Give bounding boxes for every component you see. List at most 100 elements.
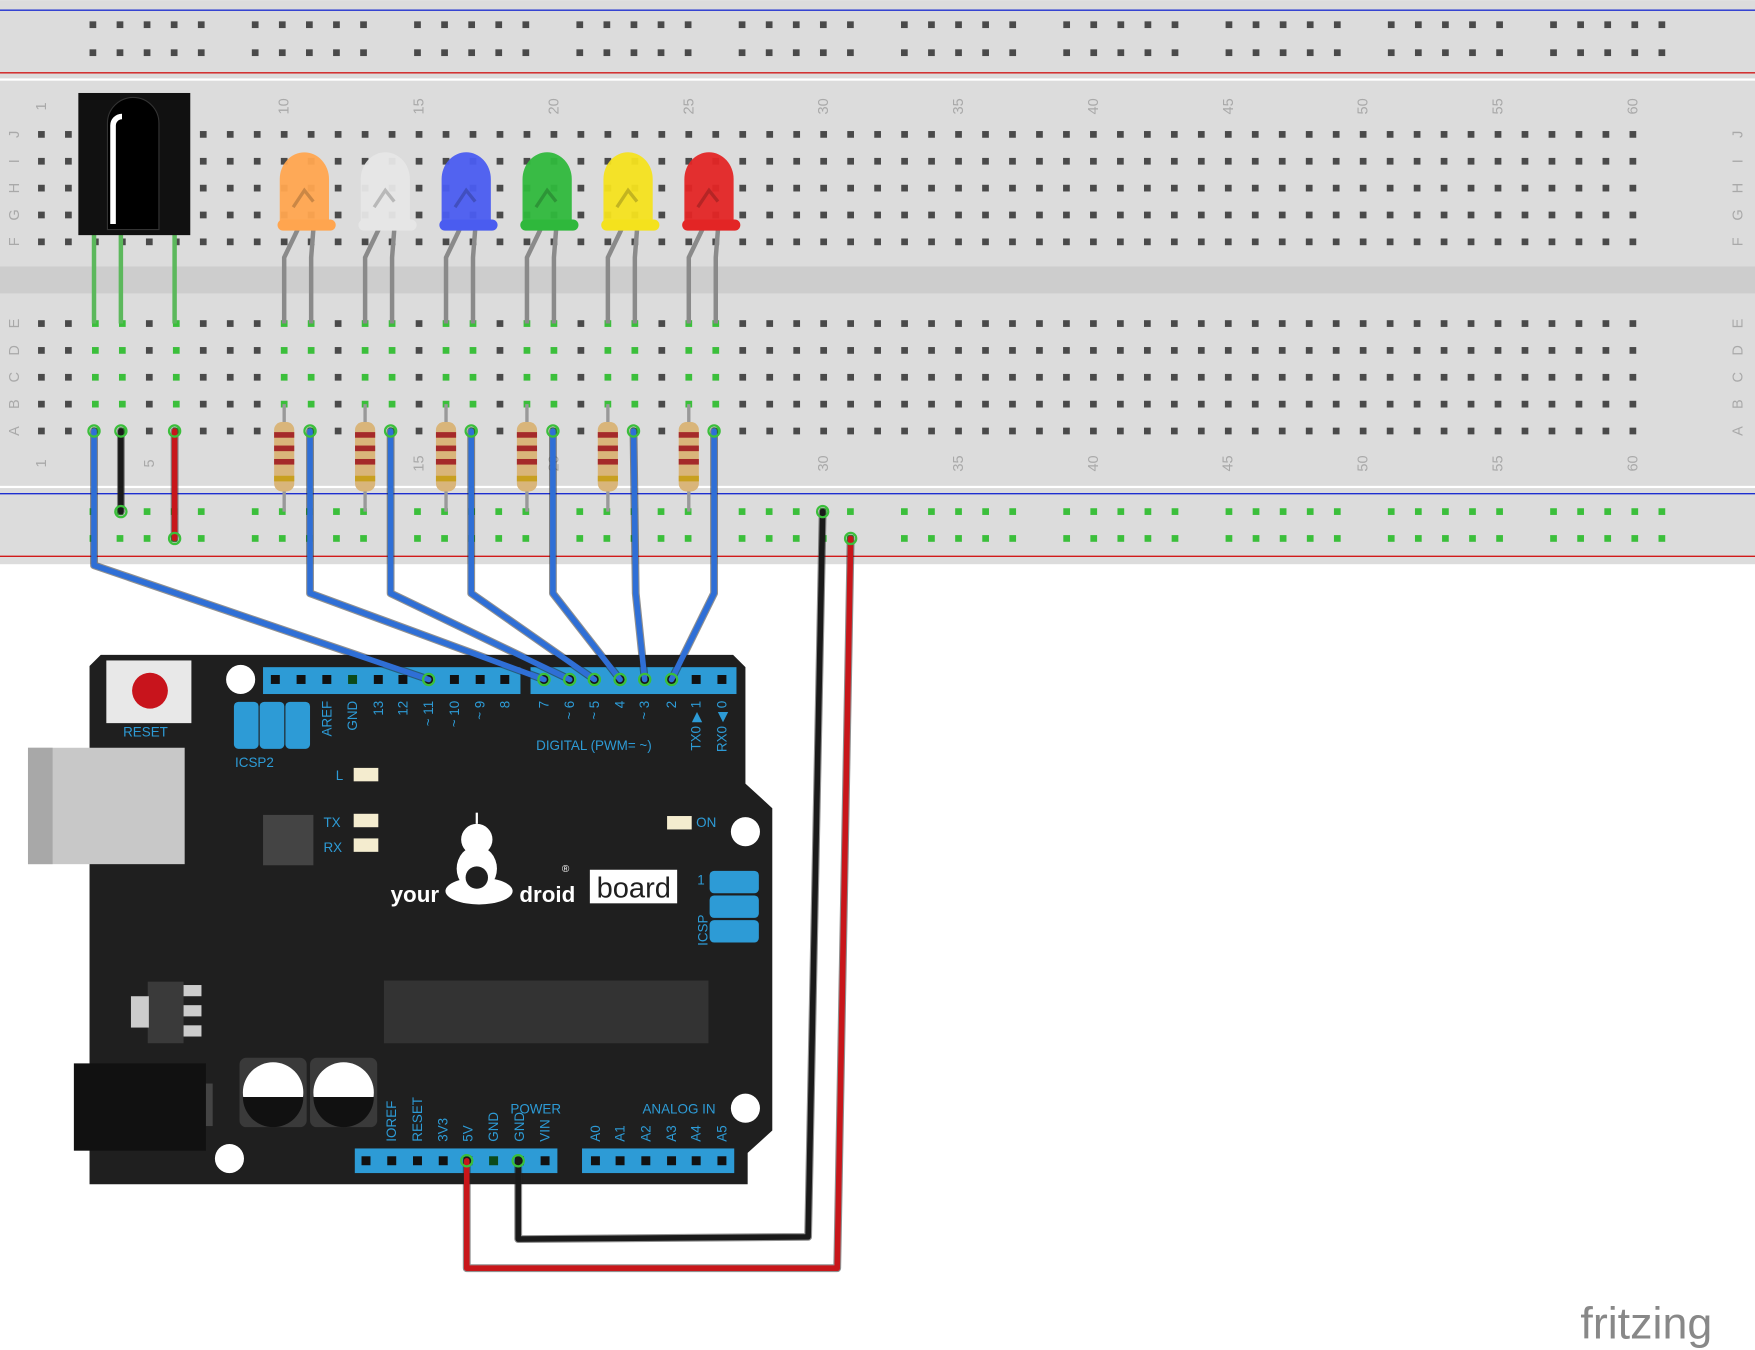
breadboard-hole bbox=[1197, 184, 1205, 192]
row-label: C bbox=[7, 372, 23, 383]
rail-hole bbox=[333, 508, 340, 515]
breadboard-hole bbox=[253, 427, 261, 435]
rail-hole bbox=[89, 49, 97, 57]
breadboard-hole bbox=[253, 157, 261, 165]
power-pin-label: 3V3 bbox=[436, 1118, 451, 1142]
digital-pin-label: 7 bbox=[536, 701, 551, 708]
rail-hole bbox=[1063, 508, 1071, 515]
rail-hole bbox=[522, 49, 530, 57]
analog-header bbox=[582, 1148, 735, 1174]
rail-hole bbox=[1090, 508, 1098, 515]
rail-hole bbox=[1225, 21, 1233, 29]
breadboard-hole bbox=[874, 157, 881, 165]
row-label: D bbox=[7, 345, 23, 356]
breadboard-hole bbox=[1251, 427, 1259, 435]
rail-hole bbox=[765, 21, 773, 29]
breadboard-hole bbox=[685, 347, 693, 354]
breadboard-hole bbox=[820, 347, 828, 354]
breadboard-hole bbox=[1440, 238, 1448, 246]
led-rim bbox=[601, 219, 660, 231]
resistor-band bbox=[516, 475, 538, 482]
analog-pin-label: A4 bbox=[689, 1125, 704, 1142]
rail-hole bbox=[1604, 21, 1612, 29]
breadboard-hole bbox=[1090, 238, 1097, 246]
breadboard-hole bbox=[469, 131, 477, 138]
breadboard-hole bbox=[253, 347, 261, 354]
breadboard-hole bbox=[928, 373, 935, 381]
row-label: D bbox=[1731, 345, 1747, 356]
rail-hole bbox=[1063, 21, 1071, 29]
breadboard-hole bbox=[469, 373, 477, 381]
breadboard-hole bbox=[523, 131, 531, 138]
breadboard-hole bbox=[496, 184, 504, 192]
breadboard-hole bbox=[1332, 238, 1340, 246]
breadboard-hole bbox=[65, 347, 72, 354]
breadboard-hole bbox=[1251, 373, 1259, 381]
breadboard-hole bbox=[1575, 400, 1583, 408]
breadboard-hole bbox=[982, 427, 989, 435]
on-label: ON bbox=[696, 815, 716, 830]
breadboard-hole bbox=[38, 320, 45, 327]
breadboard-hole bbox=[334, 320, 342, 327]
breadboard-hole bbox=[38, 184, 45, 192]
breadboard-hole bbox=[1036, 373, 1043, 381]
breadboard-hole bbox=[1575, 427, 1583, 435]
breadboard-hole bbox=[334, 184, 342, 192]
reset-button-cap[interactable] bbox=[132, 672, 168, 709]
breadboard-hole bbox=[415, 400, 423, 408]
rail-hole bbox=[765, 508, 773, 515]
breadboard-hole bbox=[496, 320, 504, 327]
breadboard-hole bbox=[739, 320, 747, 327]
breadboard-hole bbox=[415, 373, 423, 381]
breadboard-hole bbox=[847, 347, 854, 354]
rail-hole bbox=[1604, 49, 1612, 57]
breadboard-hole bbox=[1413, 400, 1421, 408]
rail-hole bbox=[89, 21, 97, 29]
rail-hole bbox=[630, 49, 638, 57]
breadboard-hole bbox=[253, 320, 261, 327]
rail-hole bbox=[1577, 535, 1584, 542]
tx-label: TX bbox=[323, 815, 340, 830]
breadboard-hole bbox=[1251, 347, 1259, 354]
column-label: 5 bbox=[142, 459, 158, 467]
breadboard-hole bbox=[847, 184, 854, 192]
rail-hole bbox=[116, 21, 124, 29]
breadboard-hole bbox=[1467, 131, 1475, 138]
rail-hole bbox=[522, 535, 530, 542]
breadboard-hole bbox=[1494, 131, 1502, 138]
breadboard-hole bbox=[658, 157, 666, 165]
breadboard-hole bbox=[199, 184, 207, 192]
breadboard-hole bbox=[955, 347, 962, 354]
rail-hole bbox=[657, 21, 665, 29]
breadboard-hole bbox=[604, 238, 612, 246]
breadboard-hole bbox=[577, 427, 585, 435]
column-label: 30 bbox=[816, 98, 832, 114]
breadboard-hole bbox=[820, 131, 828, 138]
breadboard-hole bbox=[1467, 184, 1475, 192]
breadboard-hole bbox=[415, 238, 423, 246]
breadboard-hole bbox=[1036, 400, 1043, 408]
mounting-hole bbox=[226, 664, 256, 695]
bottom-power-rail bbox=[0, 488, 1755, 565]
breadboard-hole bbox=[766, 157, 774, 165]
power-jack bbox=[73, 1063, 213, 1151]
breadboard-hole bbox=[1009, 238, 1016, 246]
breadboard-hole bbox=[334, 427, 342, 435]
breadboard-hole bbox=[550, 131, 558, 138]
breadboard-hole bbox=[1251, 400, 1259, 408]
rail-hole bbox=[819, 21, 827, 29]
breadboard-hole bbox=[1036, 157, 1043, 165]
column-label: 50 bbox=[1356, 98, 1372, 114]
breadboard-hole bbox=[982, 184, 989, 192]
breadboard-hole bbox=[1009, 157, 1016, 165]
breadboard-hole bbox=[901, 400, 908, 408]
fritzing-watermark: fritzing bbox=[1580, 1299, 1712, 1349]
breadboard-hole bbox=[1602, 320, 1610, 327]
resistor-band bbox=[355, 458, 376, 465]
breadboard-hole bbox=[523, 238, 531, 246]
breadboard-hole bbox=[577, 131, 585, 138]
breadboard-hole bbox=[1467, 373, 1475, 381]
breadboard-hole bbox=[1332, 211, 1340, 219]
breadboard-hole bbox=[334, 131, 342, 138]
breadboard-hole bbox=[496, 157, 504, 165]
